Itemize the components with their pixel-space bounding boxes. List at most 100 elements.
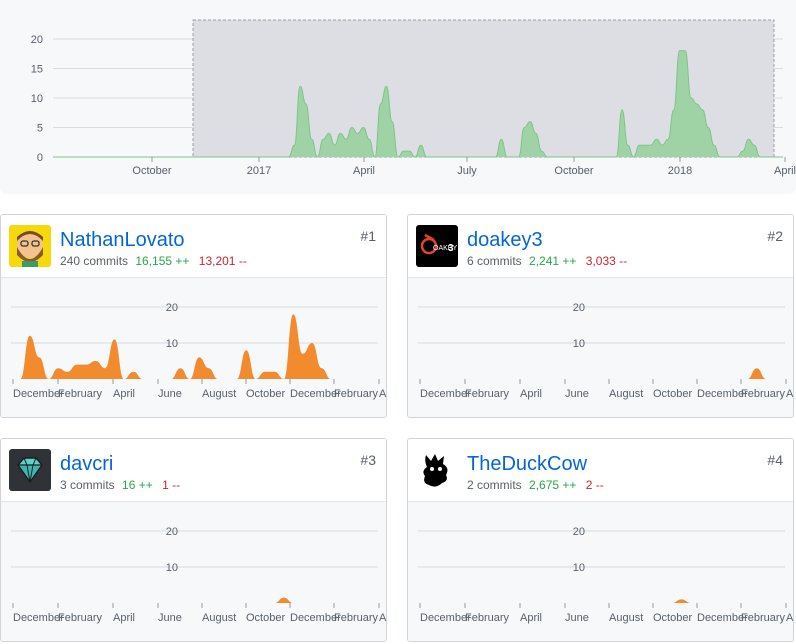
commit-count-link[interactable]: 3 commits [60,478,115,492]
contributor-stats: 2 commits 2,675 ++ 2 -- [467,478,604,492]
avatar[interactable]: OAKEY 3 [416,225,458,267]
contributor-card-1: NathanLovato #1 240 commits 16,155 ++ 13… [0,214,387,418]
duck-silhouette-icon [416,449,458,491]
deletions-count: 3,033 -- [585,254,628,268]
x-tick-label: April [786,612,794,624]
additions-count: 2,241 ++ [529,254,577,268]
contributor-activity-chart: 2010DecemberFebruary April June August Octob… [418,526,794,624]
bearded-man-avatar-icon [9,225,51,267]
svg-text:OAKEY: OAKEY [433,245,457,252]
x-tick-label: October [653,612,692,624]
commits-area [418,368,785,379]
contributor-login-link[interactable]: davcri [60,452,113,476]
x-tick-label: April [113,612,135,624]
contributor-header: NathanLovato #1 240 commits 16,155 ++ 13… [1,215,386,278]
x-tick-label: July [457,165,477,177]
contributor-login-link[interactable]: doakey3 [467,228,543,252]
contributor-header: davcri #3 3 commits 16 ++ 1 -- [1,439,386,502]
avatar[interactable] [416,449,458,491]
doakey3-logo-icon: OAKEY 3 [416,225,458,267]
x-tick-label: June [565,612,589,624]
x-tick-label: April [520,612,542,624]
x-tick-label: August [202,388,236,400]
contributor-login-link[interactable]: NathanLovato [60,228,185,252]
x-tick-label: April [520,388,542,400]
overview-chart[interactable]: 0 5 10 15 20 October 2017 April July October 2018 A… [0,0,796,194]
contributor-stats: 240 commits 16,155 ++ 13,201 -- [60,254,247,268]
x-tick-label: August [202,612,236,624]
x-tick-label: August [609,388,643,400]
x-tick-label: October [653,388,692,400]
contributor-chart-panel: 20 10 December February April June August Octob… [408,502,794,641]
contributor-rank: #2 [767,228,783,244]
y-tick-label: 15 [31,64,43,76]
x-tick-label: February [334,612,379,624]
additions-count: 2,675 ++ [529,478,577,492]
deletions-count: 13,201 -- [198,254,247,268]
x-tick-label: April [113,388,135,400]
x-tick-label: October [246,388,285,400]
x-tick-label: October [132,165,171,177]
x-tick-label: December [13,388,64,400]
gem-icon [9,449,51,491]
commit-count-link[interactable]: 2 commits [467,478,522,492]
contributor-activity-chart: 20 10 December February April June August Octob… [11,302,386,400]
y-tick-label: 20 [166,302,178,314]
x-tick-label: 2018 [668,165,692,177]
contributor-chart-panel: 20 10 December February April June August Octob… [1,278,386,417]
y-tick-label: 0 [37,152,43,164]
x-tick-label: December [420,612,471,624]
x-tick-label: August [609,612,643,624]
contributor-login-link[interactable]: TheDuckCow [467,452,587,476]
x-tick-label: February [741,612,786,624]
x-tick-label: April [353,165,375,177]
x-tick-label: June [565,388,589,400]
y-tick-label: 20 [166,526,178,538]
additions-count: 16 ++ [122,478,153,492]
x-tick-label: April [774,165,796,177]
x-tick-label: February [465,612,510,624]
svg-text:3: 3 [448,243,454,254]
contributor-stats: 6 commits 2,241 ++ 3,033 -- [467,254,627,268]
deletions-count: 2 -- [585,478,604,492]
commit-count-link[interactable]: 6 commits [467,254,522,268]
contributor-header: TheDuckCow #4 2 commits 2,675 ++ 2 -- [408,439,793,502]
commits-area [11,314,378,379]
y-tick-label: 20 [31,34,43,46]
y-tick-label: 10 [573,562,585,574]
contributor-card-4: TheDuckCow #4 2 commits 2,675 ++ 2 -- 20… [407,438,794,642]
contributor-rank: #3 [360,452,376,468]
contributor-card-2: OAKEY 3 doakey3 #2 6 commits 2,241 ++ 3,… [407,214,794,418]
y-tick-label: 20 [573,526,585,538]
contributor-rank: #4 [767,452,783,468]
contributor-header: OAKEY 3 doakey3 #2 6 commits 2,241 ++ 3,… [408,215,793,278]
x-tick-label: June [158,612,182,624]
x-tick-label: June [158,388,182,400]
y-tick-label: 10 [166,338,178,350]
commits-area [418,599,785,603]
x-tick-label: February [465,388,510,400]
contributor-stats: 3 commits 16 ++ 1 -- [60,478,180,492]
x-tick-label: December [420,388,471,400]
contributor-activity-chart: 2010DecemberFebruary April June August Octob… [418,302,794,400]
y-tick-label: 10 [166,562,178,574]
avatar[interactable] [9,225,51,267]
additions-count: 16,155 ++ [135,254,190,268]
x-tick-label: February [334,388,379,400]
x-tick-label: February [741,388,786,400]
contributor-chart-panel: 20 10 December February April June August Octob… [1,502,387,641]
deletions-count: 1 -- [162,478,181,492]
y-tick-label: 10 [573,338,585,350]
x-tick-label: 2017 [247,165,271,177]
avatar[interactable] [9,449,51,491]
commit-count-link[interactable]: 240 commits [60,254,128,268]
contributor-rank: #1 [360,228,376,244]
commits-area [11,597,378,603]
x-tick-label: February [58,612,103,624]
x-tick-label: April [379,612,387,624]
x-tick-label: December [13,612,64,624]
y-tick-label: 20 [573,302,585,314]
x-tick-label: April [786,388,794,400]
x-tick-label: October [554,165,593,177]
y-tick-label: 5 [37,123,43,135]
